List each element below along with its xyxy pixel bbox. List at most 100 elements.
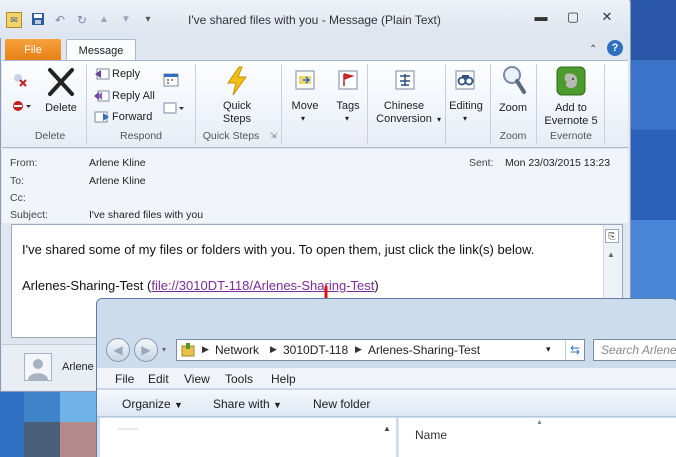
maximize-button[interactable]: ▢ xyxy=(560,8,586,26)
cc-label: Cc: xyxy=(10,192,26,204)
reply-button[interactable]: Reply xyxy=(112,68,140,81)
breadcrumb-share[interactable]: Arlenes-Sharing-Test xyxy=(368,343,480,357)
desktop-tile xyxy=(631,220,676,300)
embedded-object-icon[interactable]: ⎘ xyxy=(605,229,619,243)
nav-scroll-up-icon[interactable]: ▲ xyxy=(383,424,391,433)
from-label: From: xyxy=(10,157,38,169)
forward-button[interactable]: Forward xyxy=(112,111,152,124)
breadcrumb-separator-icon: ▶ xyxy=(202,344,209,354)
dialog-launcher-icon[interactable]: ⇲ xyxy=(270,131,277,140)
explorer-command-bar xyxy=(97,389,676,417)
editing-dropdown-icon[interactable]: ▾ xyxy=(463,114,467,123)
share-with-dropdown-icon: ▼ xyxy=(273,400,282,410)
tab-message[interactable]: Message xyxy=(66,39,136,61)
next-item-icon[interactable]: ▼ xyxy=(118,12,134,28)
back-button[interactable]: ◀ xyxy=(106,338,130,362)
tags-button[interactable]: Tags xyxy=(327,100,369,113)
move-button[interactable]: Move xyxy=(283,100,327,113)
refresh-icon[interactable]: ⇆ xyxy=(565,340,584,360)
desktop-tile xyxy=(60,392,96,422)
breadcrumb-network[interactable]: Network xyxy=(215,343,259,357)
group-separator xyxy=(536,64,537,144)
menu-tools[interactable]: Tools xyxy=(225,372,253,386)
help-icon[interactable]: ? xyxy=(607,40,623,56)
breadcrumb-separator-icon: ▶ xyxy=(355,344,362,354)
menu-edit[interactable]: Edit xyxy=(148,372,169,386)
organize-button[interactable]: Organize ▼ xyxy=(122,397,183,411)
ignore-icon[interactable] xyxy=(12,72,28,91)
menu-view[interactable]: View xyxy=(184,372,210,386)
tags-dropdown-icon[interactable]: ▾ xyxy=(345,114,349,123)
evernote-icon[interactable] xyxy=(556,66,586,99)
window-title: I've shared files with you - Message (Pl… xyxy=(188,13,441,27)
recent-pages-icon[interactable]: ▾ xyxy=(162,345,166,354)
reply-all-icon[interactable] xyxy=(93,89,111,106)
forward-nav-button[interactable]: ▶ xyxy=(134,338,158,362)
group-label-quick-steps: Quick Steps xyxy=(202,130,260,142)
junk-icon[interactable] xyxy=(12,98,32,117)
share-with-button[interactable]: Share with ▼ xyxy=(213,397,282,411)
contact-avatar[interactable] xyxy=(24,353,52,381)
previous-item-icon[interactable]: ▲ xyxy=(96,12,112,28)
undo-icon[interactable]: ↶ xyxy=(52,12,68,28)
more-respond-icon[interactable] xyxy=(163,101,185,118)
chinese-dropdown-icon[interactable]: ▾ xyxy=(437,115,441,124)
move-icon[interactable] xyxy=(293,68,317,95)
people-pane-name[interactable]: Arlene xyxy=(62,361,94,373)
reply-icon[interactable] xyxy=(93,67,111,84)
address-dropdown-icon[interactable]: ▾ xyxy=(546,344,551,355)
meeting-icon[interactable] xyxy=(163,72,179,91)
search-placeholder: Search Arlenes xyxy=(601,343,676,357)
quick-steps-button[interactable]: Quick xyxy=(212,100,262,113)
shared-folder-link[interactable]: file://3010DT-118/Arlenes-Sharing-Test xyxy=(151,278,374,293)
zoom-icon[interactable] xyxy=(500,64,528,99)
menu-file[interactable]: File xyxy=(115,372,134,386)
mail-app-icon[interactable]: ✉ xyxy=(6,12,22,28)
body-line-1: I've shared some of my files or folders … xyxy=(22,242,535,257)
reply-all-button[interactable]: Reply All xyxy=(112,90,155,103)
tags-icon[interactable] xyxy=(336,68,360,95)
group-separator xyxy=(281,64,282,144)
nav-item-placeholder xyxy=(118,428,138,430)
group-separator xyxy=(367,64,368,144)
scroll-up-icon[interactable]: ▲ xyxy=(607,250,615,259)
to-value[interactable]: Arlene Kline xyxy=(89,175,146,187)
customize-qat-icon[interactable]: ▾ xyxy=(140,12,156,28)
body-link-prefix: Arlenes-Sharing-Test ( xyxy=(22,278,152,293)
editing-icon[interactable] xyxy=(453,68,477,95)
to-label: To: xyxy=(10,175,25,187)
menu-help[interactable]: Help xyxy=(271,372,296,386)
editing-button[interactable]: Editing xyxy=(445,100,487,113)
add-to-evernote-button[interactable]: Add to xyxy=(540,102,602,115)
tab-file[interactable]: File xyxy=(5,39,61,61)
save-icon[interactable] xyxy=(30,12,46,28)
zoom-button[interactable]: Zoom xyxy=(492,102,534,115)
chinese-conversion-icon[interactable] xyxy=(393,68,417,95)
redo-icon[interactable]: ↻ xyxy=(74,12,90,28)
quick-steps-button-line2: Steps xyxy=(222,113,252,125)
navigation-pane[interactable] xyxy=(100,418,396,457)
subject-label: Subject: xyxy=(10,209,48,221)
sort-indicator-icon: ▲ xyxy=(536,419,543,426)
body-link-suffix: ) xyxy=(374,278,379,293)
delete-icon[interactable] xyxy=(46,66,76,101)
group-separator xyxy=(86,64,87,144)
chinese-conversion-button[interactable]: Chinese xyxy=(370,100,438,113)
new-folder-button[interactable]: New folder xyxy=(313,397,370,411)
column-header-name[interactable]: Name xyxy=(415,428,447,442)
move-dropdown-icon[interactable]: ▾ xyxy=(301,114,305,123)
close-button[interactable]: ✕ xyxy=(594,8,620,26)
forward-icon[interactable] xyxy=(93,110,111,127)
collapse-ribbon-icon[interactable]: ⌃ xyxy=(589,44,597,55)
group-separator xyxy=(604,64,605,144)
breadcrumb-computer[interactable]: 3010DT-118 xyxy=(283,343,348,357)
group-label-delete: Delete xyxy=(34,130,66,142)
desktop-tile xyxy=(631,130,676,220)
quick-steps-icon[interactable] xyxy=(225,66,249,99)
group-label-respond: Respond xyxy=(119,130,163,142)
minimize-button[interactable]: ▬ xyxy=(528,8,554,26)
group-separator xyxy=(490,64,491,144)
from-value[interactable]: Arlene Kline xyxy=(89,157,146,169)
desktop-tile xyxy=(24,422,60,457)
delete-button[interactable]: Delete xyxy=(40,102,82,115)
